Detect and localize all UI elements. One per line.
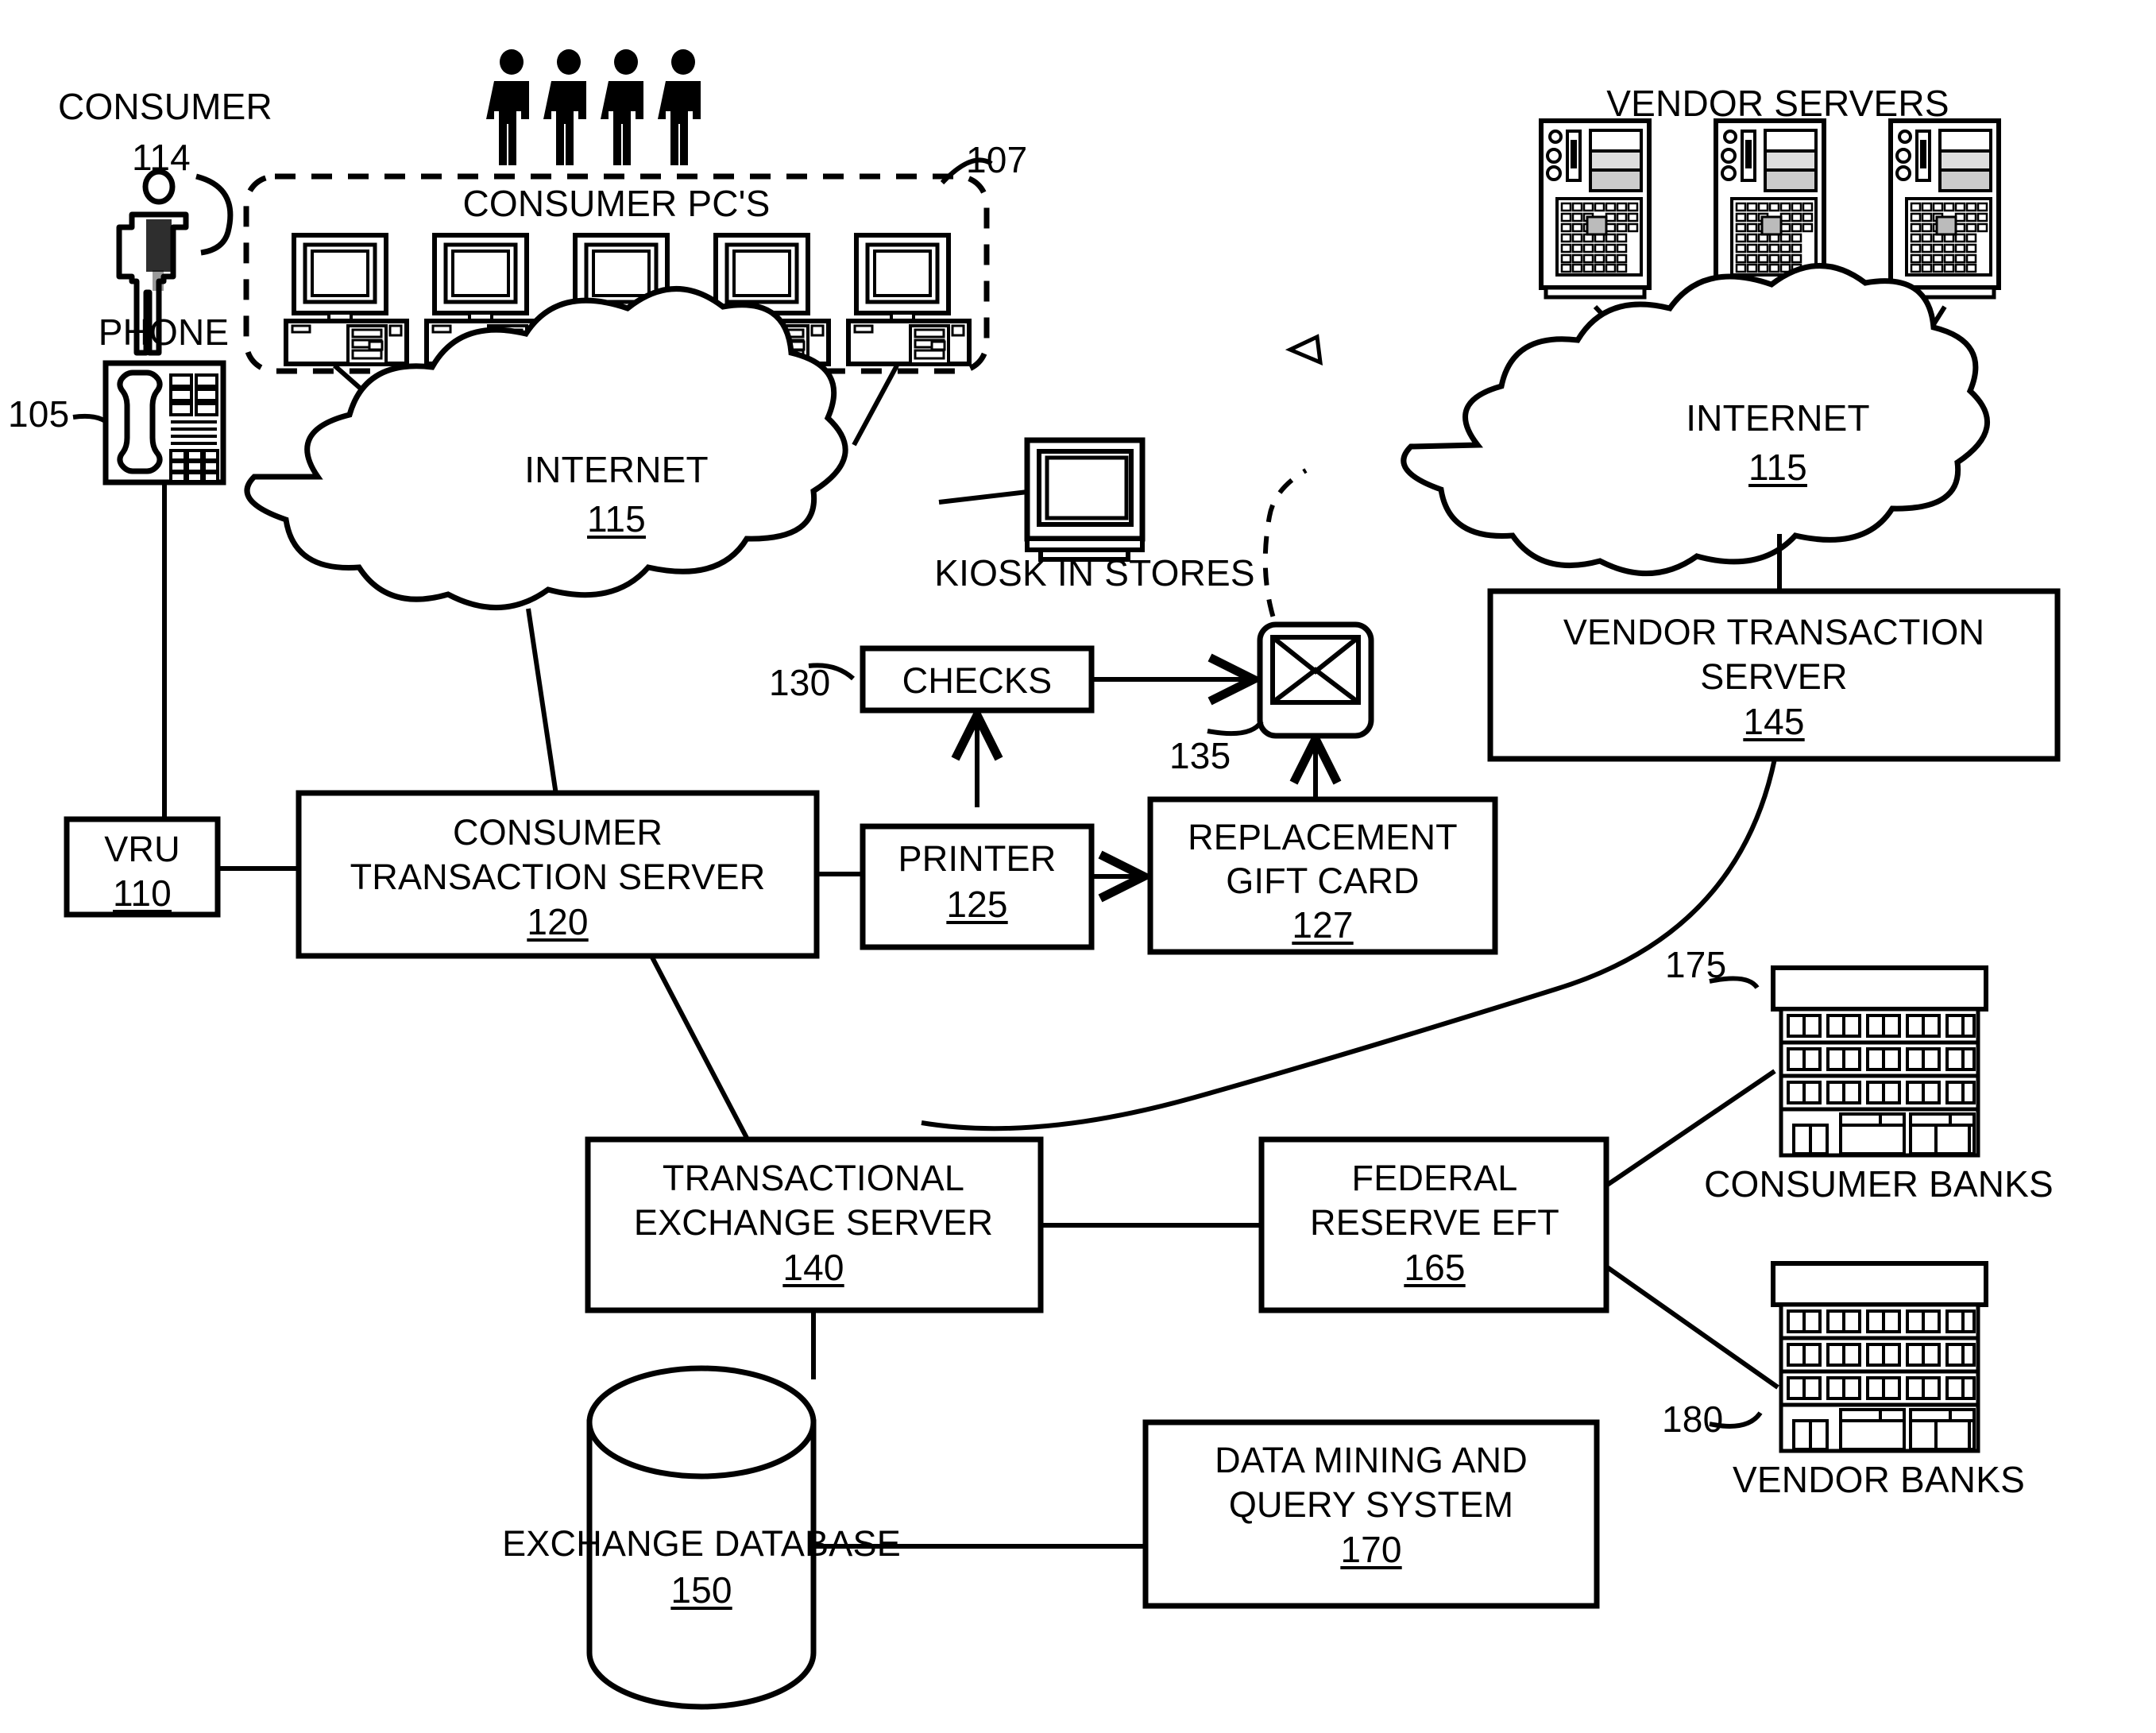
desk-phone-icon <box>102 360 226 485</box>
consumer-pcs-ref-107: 107 <box>966 139 1028 180</box>
checks-label: CHECKS <box>902 660 1053 701</box>
vendor-bank-icon <box>1773 1263 1986 1451</box>
gift-card-line1: REPLACEMENT <box>1188 817 1458 857</box>
vendor-server-icons <box>1541 121 1999 297</box>
exchange-database-label: EXCHANGE DATABASE <box>502 1523 901 1564</box>
consumer-pcs-label: CONSUMER PC'S <box>462 183 771 224</box>
phone-label: PHONE <box>98 311 230 353</box>
envelope-icon <box>1257 621 1374 739</box>
consumer-transaction-server-ref-120: 120 <box>527 901 589 942</box>
vru-label: VRU <box>104 829 180 869</box>
data-mining-line2: QUERY SYSTEM <box>1228 1484 1514 1525</box>
checks-ref-130: 130 <box>769 662 831 703</box>
internet-right-label: INTERNET <box>1686 397 1870 439</box>
vru-ref-110: 110 <box>113 872 172 914</box>
federal-reserve-eft-line2: RESERVE EFT <box>1310 1202 1559 1243</box>
people-group-icon <box>486 49 701 165</box>
vendor-servers-label: VENDOR SERVERS <box>1606 83 1949 124</box>
phone-ref-105: 105 <box>8 393 70 435</box>
consumer-bank-icon <box>1773 968 1986 1155</box>
kiosk-label: KIOSK IN STORES <box>934 552 1255 594</box>
internet-left-ref-115: 115 <box>587 498 646 540</box>
data-mining-ref-170: 170 <box>1340 1529 1402 1570</box>
consumer-banks-ref-175: 175 <box>1665 944 1727 985</box>
consumer-banks-label: CONSUMER BANKS <box>1704 1163 2054 1205</box>
patent-figure: CONSUMER 114 PHONE 105 CONSUMER PC'S 107… <box>0 0 2156 1733</box>
federal-reserve-eft-line1: FEDERAL <box>1351 1158 1518 1198</box>
consumer-transaction-server-line2: TRANSACTION SERVER <box>350 857 766 897</box>
exchange-database-ref-150: 150 <box>670 1569 732 1611</box>
gift-card-line2: GIFT CARD <box>1226 861 1420 901</box>
vendor-transaction-server-line1: VENDOR TRANSACTION <box>1563 612 1985 652</box>
printer-label: PRINTER <box>898 838 1057 879</box>
internet-right-ref-115: 115 <box>1748 447 1807 488</box>
vendor-transaction-server-ref-145: 145 <box>1743 701 1805 742</box>
printer-ref-125: 125 <box>946 884 1008 925</box>
transactional-exchange-server-ref-140: 140 <box>782 1247 844 1288</box>
consumer-label: CONSUMER <box>58 86 272 127</box>
vendor-banks-ref-180: 180 <box>1662 1398 1724 1440</box>
vendor-transaction-server-line2: SERVER <box>1700 656 1848 697</box>
consumer-transaction-server-line1: CONSUMER <box>452 812 663 853</box>
federal-reserve-eft-ref-165: 165 <box>1404 1247 1466 1288</box>
vendor-banks-label: VENDOR BANKS <box>1733 1459 2025 1500</box>
consumer-ref-114: 114 <box>132 137 191 178</box>
gift-card-ref-127: 127 <box>1292 904 1354 946</box>
kiosk-monitor-icon <box>1024 437 1146 562</box>
internet-left-label: INTERNET <box>524 449 709 490</box>
envelope-ref-135: 135 <box>1169 735 1231 776</box>
transactional-exchange-server-line2: EXCHANGE SERVER <box>633 1202 994 1243</box>
data-mining-line1: DATA MINING AND <box>1215 1440 1528 1480</box>
transactional-exchange-server-line1: TRANSACTIONAL <box>662 1158 965 1198</box>
